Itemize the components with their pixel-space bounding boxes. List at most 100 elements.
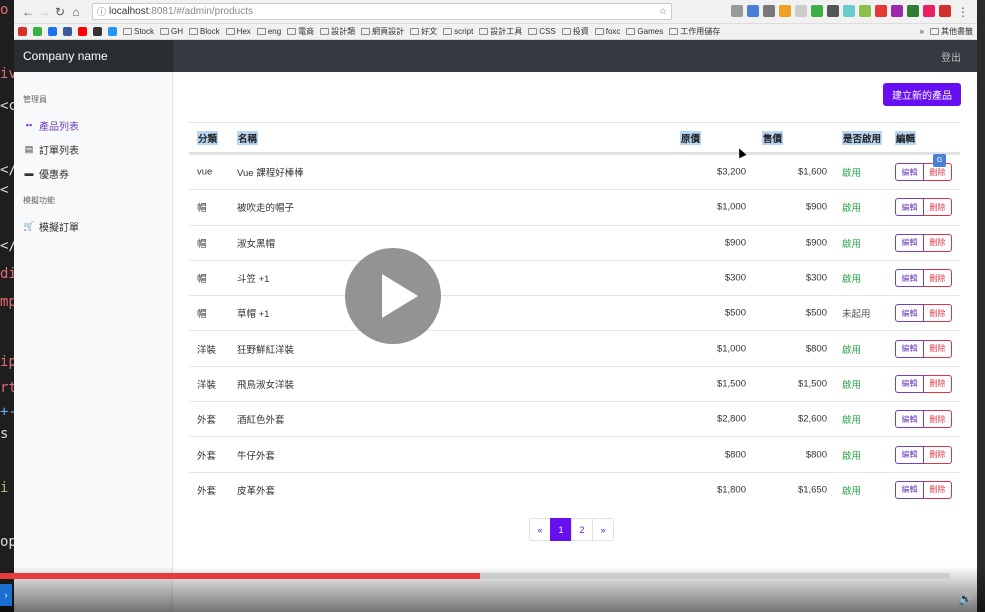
sidebar-item-simulate-order[interactable]: 🛒 模擬訂單 bbox=[14, 214, 172, 238]
play-button-icon[interactable] bbox=[345, 248, 441, 344]
bookmark-item[interactable]: Games bbox=[626, 27, 663, 36]
extension-icon[interactable] bbox=[779, 4, 791, 17]
bookmark-item[interactable]: eng bbox=[256, 27, 281, 36]
extension-icon[interactable] bbox=[891, 4, 903, 17]
cell-price: $1,500 bbox=[797, 378, 827, 390]
edit-button[interactable]: 編輯 bbox=[895, 304, 924, 323]
bookmark-item[interactable]: 好文 bbox=[410, 26, 437, 37]
logout-link[interactable]: 登出 bbox=[941, 49, 961, 64]
edit-button[interactable]: 編輯 bbox=[895, 374, 924, 393]
star-icon[interactable]: ☆ bbox=[659, 6, 667, 17]
delete-button[interactable]: 刪除 bbox=[924, 374, 952, 393]
brand-logo[interactable]: Company name bbox=[14, 40, 173, 72]
row-actions: 編輯 刪除 bbox=[895, 339, 952, 358]
folder-icon bbox=[669, 28, 679, 35]
cell-origin-price: $3,200 bbox=[716, 166, 746, 178]
bookmark-favicon[interactable] bbox=[108, 27, 117, 36]
bookmark-item[interactable]: 網頁設計 bbox=[361, 26, 404, 37]
screen: o iv <c </ < </ di mp ip rt +- s i op ← … bbox=[0, 0, 985, 612]
extension-icon[interactable] bbox=[923, 4, 935, 17]
extension-icon[interactable] bbox=[939, 4, 951, 17]
folder-icon bbox=[626, 28, 636, 35]
extension-icon[interactable] bbox=[811, 4, 823, 17]
forward-arrow-icon[interactable]: → bbox=[36, 5, 52, 19]
delete-button[interactable]: 刪除 bbox=[924, 480, 952, 499]
extension-icon[interactable] bbox=[731, 4, 743, 17]
edit-button[interactable]: 編輯 bbox=[895, 445, 924, 464]
home-icon[interactable]: ⌂ bbox=[68, 5, 84, 19]
delete-button[interactable]: 刪除 bbox=[924, 269, 952, 288]
gmail-icon[interactable] bbox=[18, 27, 27, 36]
delete-button[interactable]: 刪除 bbox=[924, 233, 952, 252]
cell-origin-price: $900 bbox=[724, 237, 746, 249]
extension-icon[interactable] bbox=[907, 4, 919, 17]
edit-button[interactable]: 編輯 bbox=[895, 233, 924, 252]
edit-button[interactable]: 編輯 bbox=[895, 269, 924, 288]
create-product-button[interactable]: 建立新的產品 bbox=[883, 83, 961, 106]
delete-button[interactable]: 刪除 bbox=[924, 339, 952, 358]
bookmark-item[interactable]: 設計工具 bbox=[479, 26, 522, 37]
table-header: 分類 名稱 原價 售價 是否啟用 編輯 bbox=[189, 122, 960, 154]
window-edge bbox=[977, 0, 985, 612]
delete-button[interactable]: 刪除 bbox=[924, 445, 952, 464]
extension-icon[interactable] bbox=[747, 4, 759, 17]
bookmark-favicon[interactable] bbox=[48, 27, 57, 36]
youtube-icon[interactable] bbox=[78, 27, 87, 36]
edit-button[interactable]: 編輯 bbox=[895, 163, 924, 182]
sidebar-item-coupons[interactable]: ▬ 優惠券 bbox=[14, 161, 172, 185]
extension-icon[interactable] bbox=[827, 4, 839, 17]
bookmark-item[interactable]: script bbox=[443, 27, 473, 36]
bookmark-item[interactable]: foxc bbox=[594, 27, 620, 36]
bookmark-item[interactable]: GH bbox=[160, 27, 183, 36]
bookmark-item[interactable]: Stock bbox=[123, 27, 154, 36]
url-input[interactable]: ⓘ localhost :8081/#/admin/products ☆ bbox=[92, 3, 672, 20]
bookmark-item[interactable]: 工作用儲存 bbox=[669, 26, 720, 37]
edit-button[interactable]: 編輯 bbox=[895, 339, 924, 358]
bookmark-item[interactable]: 電商 bbox=[287, 26, 314, 37]
edit-button[interactable]: 編輯 bbox=[895, 410, 924, 429]
side-tab-icon[interactable]: › bbox=[0, 584, 12, 606]
bookmark-item[interactable]: 投資 bbox=[561, 26, 589, 37]
menu-dots-icon[interactable]: ⋮ bbox=[955, 5, 971, 19]
table-row: 外套 牛仔外套 $800 $800 啟用 編輯 刪除 bbox=[189, 436, 960, 471]
facebook-icon[interactable] bbox=[63, 27, 72, 36]
sidebar-item-products[interactable]: ▪▪ 產品列表 bbox=[14, 113, 172, 137]
pagination-next[interactable]: » bbox=[592, 518, 614, 541]
extension-icon[interactable] bbox=[763, 4, 775, 17]
back-arrow-icon[interactable]: ← bbox=[20, 5, 36, 19]
cell-origin-price: $300 bbox=[724, 272, 746, 284]
reload-icon[interactable]: ↻ bbox=[52, 5, 68, 19]
pagination-page-1[interactable]: 1 bbox=[550, 518, 572, 541]
bookmark-item[interactable]: 設計類 bbox=[320, 26, 355, 37]
bookmark-favicon[interactable] bbox=[93, 27, 102, 36]
translate-icon[interactable]: G bbox=[933, 154, 946, 167]
volume-icon[interactable]: 🔊 bbox=[958, 592, 973, 606]
row-actions: 編輯 刪除 bbox=[895, 198, 952, 217]
url-path: :8081/#/admin/products bbox=[148, 6, 253, 17]
extension-icon[interactable] bbox=[843, 4, 855, 17]
video-progress-fill bbox=[0, 573, 480, 579]
extension-icon[interactable] bbox=[859, 4, 871, 17]
delete-button[interactable]: 刪除 bbox=[924, 198, 952, 217]
bookmark-item[interactable]: Hex bbox=[225, 27, 251, 36]
other-bookmarks[interactable]: 其他書籤 bbox=[930, 26, 973, 37]
edit-button[interactable]: 編輯 bbox=[895, 480, 924, 499]
delete-button[interactable]: 刪除 bbox=[924, 410, 952, 429]
pagination-page-2[interactable]: 2 bbox=[571, 518, 593, 541]
extension-icon[interactable] bbox=[875, 4, 887, 17]
bookmark-item[interactable]: CSS bbox=[528, 27, 556, 36]
cell-enabled-status: 啟用 bbox=[842, 344, 862, 356]
extension-icon[interactable] bbox=[795, 4, 807, 17]
sidebar-item-orders[interactable]: ▤ 訂單列表 bbox=[14, 137, 172, 161]
folder-icon bbox=[594, 28, 604, 35]
cell-price: $900 bbox=[805, 201, 827, 213]
edit-button[interactable]: 編輯 bbox=[895, 198, 924, 217]
cell-category: 洋裝 bbox=[197, 379, 217, 391]
row-actions: 編輯 刪除 bbox=[895, 374, 952, 393]
pagination-prev[interactable]: « bbox=[529, 518, 551, 541]
more-bookmarks[interactable]: » bbox=[920, 27, 924, 36]
bookmark-item[interactable]: Block bbox=[189, 27, 220, 36]
delete-button[interactable]: 刪除 bbox=[924, 304, 952, 323]
folder-icon bbox=[256, 28, 266, 35]
bookmark-favicon[interactable] bbox=[33, 27, 42, 36]
